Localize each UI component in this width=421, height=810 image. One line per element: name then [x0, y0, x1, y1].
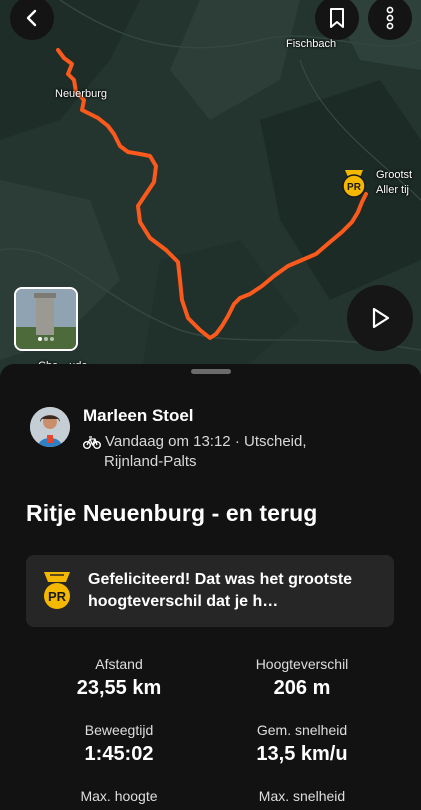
achievement-banner[interactable]: PR Gefeliciteerd! Dat was het grootste h…: [26, 555, 394, 627]
achievement-text: Gefeliciteerd! Dat was het grootste hoog…: [88, 571, 353, 610]
stat-value: 23,55 km: [76, 677, 162, 699]
place-label-grootste: Grootst: [376, 169, 413, 181]
athlete-name[interactable]: Marleen Stoel: [83, 406, 194, 426]
svg-text:PR: PR: [48, 589, 67, 604]
more-vertical-icon: [386, 6, 394, 30]
bookmark-icon: [330, 8, 344, 28]
activity-datetime-location: Vandaag om 13:12 · Utscheid,: [105, 433, 307, 450]
place-label-aller-tijden: Aller tij: [376, 184, 410, 196]
activity-meta: Vandaag om 13:12 · Utscheid, Rijnland-Pa…: [83, 432, 307, 472]
stat-moving-time: Beweegtijd 1:45:02: [14, 722, 224, 766]
stat-value: 206 m: [273, 677, 331, 699]
pr-marker-icon[interactable]: PR: [340, 168, 368, 207]
route-map[interactable]: Fischbach Neuerburg Grootst Aller tij Ch…: [0, 0, 421, 380]
play-icon: [372, 307, 390, 329]
bike-icon: [83, 436, 101, 449]
avatar[interactable]: [30, 407, 70, 447]
stat-label: Beweegtijd: [84, 722, 154, 738]
stat-avg-speed: Gem. snelheid 13,5 km/u: [197, 722, 407, 766]
stat-label: Afstand: [95, 656, 143, 672]
activity-photo-thumbnail[interactable]: [14, 287, 78, 351]
svg-text:PR: PR: [347, 182, 362, 193]
stat-label: Hoogteverschil: [255, 656, 349, 672]
chevron-left-icon: [26, 9, 37, 27]
stat-value: 13,5 km/u: [256, 743, 348, 765]
stat-elevation-gain: Hoogteverschil 206 m: [197, 656, 407, 700]
pr-medal-icon: PR: [44, 572, 70, 609]
stat-max-elevation: Max. hoogte: [14, 788, 224, 809]
stat-label: Gem. snelheid: [256, 722, 348, 738]
activity-title: Ritje Neuenburg - en terug: [26, 500, 318, 526]
athlete-photo: [30, 407, 70, 447]
place-label-fischbach: Fischbach: [286, 38, 337, 50]
stat-label: Max. snelheid: [258, 788, 346, 804]
stat-value: 1:45:02: [84, 743, 154, 765]
activity-region: Rijnland-Palts: [104, 453, 197, 470]
stat-label: Max. hoogte: [80, 788, 158, 804]
play-flyover-button[interactable]: [347, 285, 413, 351]
sheet-drag-handle[interactable]: [191, 369, 231, 374]
place-label-neuerburg: Neuerburg: [55, 88, 107, 100]
activity-detail-sheet: Marleen Stoel Vandaag om 13:12 · Utschei…: [0, 364, 421, 810]
stat-max-speed: Max. snelheid: [197, 788, 407, 809]
stat-distance: Afstand 23,55 km: [14, 656, 224, 700]
tower-photo: [16, 289, 76, 349]
